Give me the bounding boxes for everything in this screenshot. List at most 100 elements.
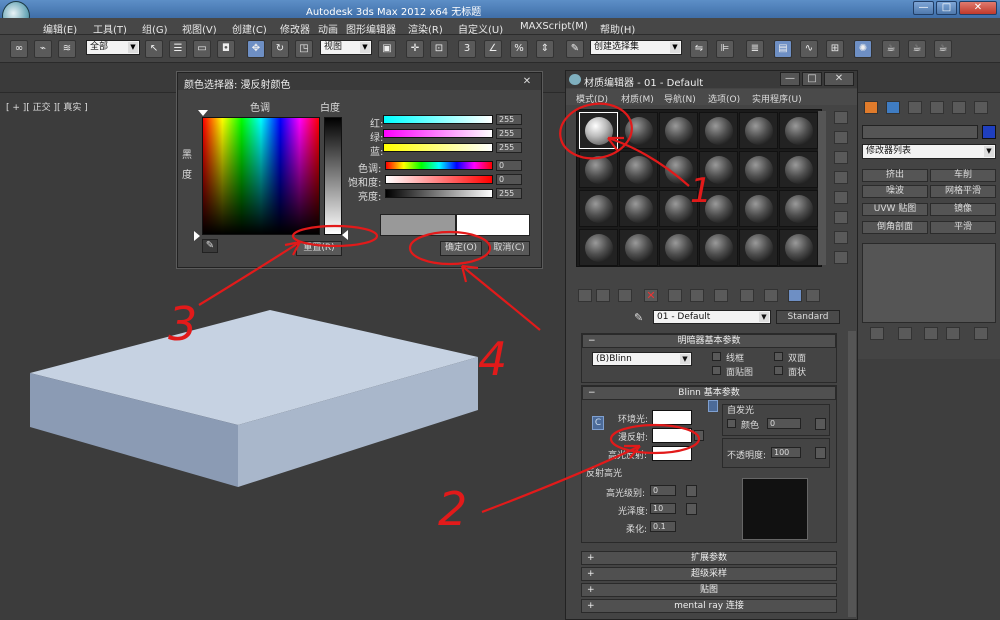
- hierarchy-tab-icon[interactable]: [908, 101, 922, 114]
- video-color-check-icon[interactable]: [834, 191, 848, 204]
- get-material-icon[interactable]: [578, 289, 592, 302]
- rendered-frame-window-icon[interactable]: ☕: [908, 40, 926, 58]
- reset-button[interactable]: 重置(R): [296, 241, 342, 256]
- go-to-parent-icon[interactable]: [806, 289, 820, 302]
- show-end-result-icon[interactable]: [788, 289, 802, 302]
- red-value-field[interactable]: 255: [496, 114, 522, 125]
- make-unique-icon[interactable]: [690, 289, 704, 302]
- hue-marker-icon[interactable]: [198, 110, 208, 116]
- menu-help[interactable]: 帮助(H): [600, 21, 635, 36]
- schematic-view-icon[interactable]: ⊞: [826, 40, 844, 58]
- lock-ambient-diffuse-icon[interactable]: C: [592, 416, 604, 430]
- value-slider[interactable]: [385, 189, 493, 198]
- material-type-button[interactable]: Standard: [776, 310, 840, 324]
- put-to-scene-icon[interactable]: [596, 289, 610, 302]
- red-slider[interactable]: [383, 115, 493, 124]
- saturation-value-field[interactable]: 0: [496, 174, 522, 185]
- menu-options[interactable]: 选项(O): [708, 92, 740, 105]
- maximize-button[interactable]: □: [802, 72, 822, 86]
- put-to-library-icon[interactable]: [714, 289, 728, 302]
- menu-graph-editors[interactable]: 图形编辑器: [346, 21, 396, 36]
- sample-slot[interactable]: [699, 190, 738, 227]
- glossiness-map-button[interactable]: [686, 503, 697, 515]
- reference-coordinate-dropdown[interactable]: 视图 ▼: [320, 40, 372, 55]
- cancel-button[interactable]: 取消(C): [488, 241, 530, 256]
- utilities-tab-icon[interactable]: [974, 101, 988, 114]
- eyedropper-icon[interactable]: ✎: [202, 239, 218, 253]
- sample-slot[interactable]: [579, 112, 618, 149]
- sample-slot[interactable]: [739, 151, 778, 188]
- lathe-button[interactable]: 车削: [930, 169, 996, 182]
- blinn-rollout-header[interactable]: − Blinn 基本参数: [582, 386, 836, 400]
- minimize-button[interactable]: —: [913, 1, 934, 15]
- menu-rendering[interactable]: 渲染(R): [408, 21, 443, 36]
- soften-field[interactable]: 0.1: [650, 521, 676, 532]
- saturation-slider[interactable]: [385, 175, 493, 184]
- opacity-map-button[interactable]: [815, 447, 826, 459]
- backlight-icon[interactable]: [834, 131, 848, 144]
- sample-slot[interactable]: [699, 112, 738, 149]
- uvw-map-button[interactable]: UVW 贴图: [862, 203, 928, 216]
- menu-tools[interactable]: 工具(T): [93, 21, 127, 36]
- unlink-icon[interactable]: ⌁: [34, 40, 52, 58]
- show-map-icon[interactable]: [764, 289, 778, 302]
- self-illum-color-checkbox[interactable]: [727, 419, 736, 428]
- select-and-rotate-icon[interactable]: ↻: [271, 40, 289, 58]
- render-production-icon[interactable]: ☕: [934, 40, 952, 58]
- sample-slot[interactable]: [619, 190, 658, 227]
- modifier-stack[interactable]: [862, 243, 996, 323]
- close-button[interactable]: ✕: [959, 1, 997, 15]
- params-scrollbar[interactable]: [848, 331, 856, 617]
- menu-material[interactable]: 材质(M): [621, 92, 654, 105]
- sample-slot[interactable]: [699, 151, 738, 188]
- select-manipulate-icon[interactable]: ✛: [406, 40, 424, 58]
- close-button[interactable]: ✕: [824, 72, 854, 86]
- sample-slot[interactable]: [779, 190, 818, 227]
- shader-rollout-header[interactable]: − 明暗器基本参数: [582, 334, 836, 348]
- make-unique-icon[interactable]: [924, 327, 938, 340]
- hue-blackness-field[interactable]: [202, 117, 320, 235]
- remove-modifier-icon[interactable]: [946, 327, 960, 340]
- select-object-icon[interactable]: ↖: [145, 40, 163, 58]
- select-and-move-icon[interactable]: ✥: [247, 40, 265, 58]
- whiteness-marker-icon[interactable]: [342, 230, 348, 240]
- pin-stack-icon[interactable]: [870, 327, 884, 340]
- motion-tab-icon[interactable]: [930, 101, 944, 114]
- menu-maxscript[interactable]: MAXScript(M): [520, 21, 588, 32]
- sample-slot[interactable]: [739, 229, 778, 266]
- rectangular-selection-icon[interactable]: ▭: [193, 40, 211, 58]
- shader-dropdown[interactable]: (B)Blinn ▼: [592, 352, 692, 366]
- align-icon[interactable]: ⊫: [716, 40, 734, 58]
- specular-level-field[interactable]: 0: [650, 485, 676, 496]
- noise-button[interactable]: 噪波: [862, 185, 928, 198]
- sample-slot[interactable]: [739, 190, 778, 227]
- sample-type-icon[interactable]: [834, 111, 848, 124]
- material-name-field[interactable]: 01 - Default ▼: [653, 310, 771, 324]
- curve-editor-icon[interactable]: ∿: [800, 40, 818, 58]
- sample-slot[interactable]: [659, 229, 698, 266]
- diffuse-map-button[interactable]: [694, 430, 704, 441]
- blue-value-field[interactable]: 255: [496, 142, 522, 153]
- self-illum-value-field[interactable]: 0: [767, 418, 801, 429]
- lock-diffuse-specular-icon[interactable]: [708, 400, 718, 412]
- two-sided-checkbox[interactable]: [774, 352, 783, 361]
- green-slider[interactable]: [383, 129, 493, 138]
- named-selection-dropdown[interactable]: 创建选择集 ▼: [590, 40, 682, 55]
- sample-slot[interactable]: [659, 190, 698, 227]
- link-icon[interactable]: ∞: [10, 40, 28, 58]
- create-tab-icon[interactable]: [864, 101, 878, 114]
- background-icon[interactable]: [834, 151, 848, 164]
- percent-snap-icon[interactable]: %: [510, 40, 528, 58]
- menu-customize[interactable]: 自定义(U): [458, 21, 503, 36]
- select-by-name-icon[interactable]: ☰: [169, 40, 187, 58]
- specular-color-swatch[interactable]: [652, 446, 692, 461]
- show-end-result-icon[interactable]: [898, 327, 912, 340]
- value-value-field[interactable]: 255: [496, 188, 522, 199]
- select-and-scale-icon[interactable]: ◳: [295, 40, 313, 58]
- pivot-center-icon[interactable]: ▣: [378, 40, 396, 58]
- mirror-button[interactable]: 镜像: [930, 203, 996, 216]
- menu-create[interactable]: 创建(C): [232, 21, 267, 36]
- edit-named-selection-icon[interactable]: ✎: [566, 40, 584, 58]
- opacity-value-field[interactable]: 100: [771, 447, 801, 458]
- diffuse-color-swatch[interactable]: [652, 428, 692, 443]
